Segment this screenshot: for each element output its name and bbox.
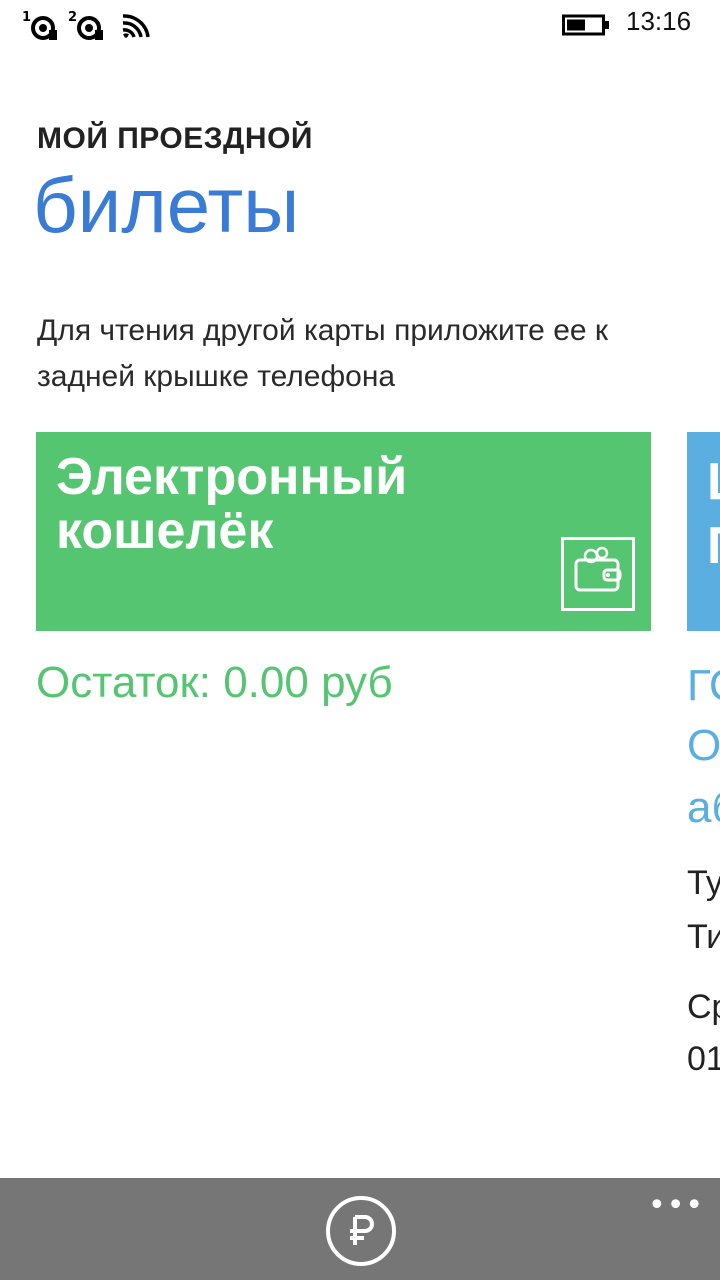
pass-card-line: аб bbox=[687, 783, 720, 832]
status-bar: 1 2 13:16 bbox=[0, 0, 720, 48]
page-title: билеты bbox=[33, 161, 300, 249]
e-wallet-balance: Остаток: 0.00 руб bbox=[36, 658, 393, 707]
pass-card-detail: 01 bbox=[687, 1040, 720, 1078]
pass-card-detail: Ти bbox=[687, 918, 720, 956]
pass-card-title: Ц П bbox=[707, 450, 720, 578]
wallet-icon bbox=[561, 537, 635, 611]
sim2-label: 2 bbox=[68, 10, 78, 25]
app-bar: ••• bbox=[0, 1178, 720, 1280]
sim1-label: 1 bbox=[22, 10, 32, 25]
ruble-icon bbox=[350, 1215, 374, 1245]
e-wallet-card-title: Электронный кошелёк bbox=[56, 448, 408, 560]
app-title: МОЙ ПРОЕЗДНОЙ bbox=[37, 122, 313, 155]
pass-card-line: ГС bbox=[687, 661, 720, 710]
battery-icon bbox=[562, 14, 609, 36]
sim2-signal-icon bbox=[77, 16, 103, 40]
pass-card-detail: Ср bbox=[687, 988, 720, 1026]
sim1-signal-icon bbox=[31, 16, 57, 40]
pass-card[interactable]: Ц П bbox=[687, 432, 720, 631]
wifi-icon bbox=[122, 14, 150, 38]
content: 1 2 13:16 МОЙ ПРОЕЗДНОЙ билеты Для чтени… bbox=[0, 0, 720, 1178]
e-wallet-card[interactable]: Электронный кошелёк bbox=[36, 432, 651, 631]
clock: 13:16 bbox=[626, 6, 692, 36]
pass-card-line: О bbox=[687, 721, 720, 770]
ruble-button[interactable] bbox=[326, 1196, 396, 1266]
pass-card-detail: Ту bbox=[687, 864, 720, 902]
more-button[interactable]: ••• bbox=[648, 1188, 704, 1223]
instruction-text: Для чтения другой карты приложите ее к з… bbox=[37, 314, 609, 393]
